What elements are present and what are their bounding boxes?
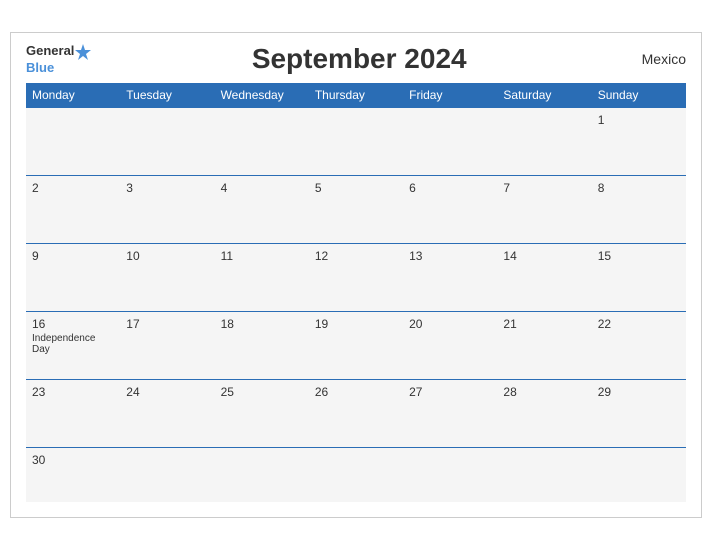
calendar-cell: 28 <box>497 379 591 447</box>
calendar-cell: 22 <box>592 311 686 379</box>
calendar-cell <box>26 107 120 175</box>
week-row-4: 16 Independence Day 17 18 19 20 21 22 <box>26 311 686 379</box>
day-number: 3 <box>126 181 208 195</box>
day-number: 9 <box>32 249 114 263</box>
day-number: 19 <box>315 317 397 331</box>
calendar-cell <box>497 447 591 502</box>
calendar-cell <box>403 447 497 502</box>
weekday-tuesday: Tuesday <box>120 83 214 108</box>
holiday-label: Independence Day <box>32 333 114 355</box>
day-number: 10 <box>126 249 208 263</box>
week-row-2: 2345678 <box>26 175 686 243</box>
calendar-cell <box>403 107 497 175</box>
calendar-cell: 17 <box>120 311 214 379</box>
day-number: 15 <box>598 249 680 263</box>
logo-general-text: General <box>26 44 74 58</box>
calendar-cell: 21 <box>497 311 591 379</box>
day-number: 21 <box>503 317 585 331</box>
calendar-cell: 16 Independence Day <box>26 311 120 379</box>
weekday-saturday: Saturday <box>497 83 591 108</box>
day-number: 23 <box>32 385 114 399</box>
day-number: 1 <box>598 113 680 127</box>
logo-blue-text: Blue <box>26 61 54 75</box>
day-number: 16 <box>32 317 114 331</box>
calendar-cell: 5 <box>309 175 403 243</box>
calendar-cell <box>497 107 591 175</box>
week-row-6: 30 <box>26 447 686 502</box>
calendar-header: General Blue September 2024 Mexico <box>26 43 686 75</box>
calendar-title: September 2024 <box>92 43 626 75</box>
country-label: Mexico <box>626 51 686 67</box>
calendar-cell: 19 <box>309 311 403 379</box>
calendar-cell <box>215 447 309 502</box>
day-number: 6 <box>409 181 491 195</box>
calendar-cell <box>309 447 403 502</box>
day-number: 26 <box>315 385 397 399</box>
weekday-thursday: Thursday <box>309 83 403 108</box>
day-number: 30 <box>32 453 114 467</box>
day-number: 29 <box>598 385 680 399</box>
day-number: 13 <box>409 249 491 263</box>
day-number: 5 <box>315 181 397 195</box>
logo: General Blue <box>26 43 92 75</box>
weekday-sunday: Sunday <box>592 83 686 108</box>
day-number: 18 <box>221 317 303 331</box>
week-row-3: 9 10 11 12 13 14 15 <box>26 243 686 311</box>
calendar-cell: 10 <box>120 243 214 311</box>
calendar-cell <box>120 107 214 175</box>
calendar-cell: 27 <box>403 379 497 447</box>
day-number: 12 <box>315 249 397 263</box>
calendar-cell: 4 <box>215 175 309 243</box>
calendar-cell <box>120 447 214 502</box>
day-number: 17 <box>126 317 208 331</box>
calendar-cell: 18 <box>215 311 309 379</box>
calendar-cell: 25 <box>215 379 309 447</box>
day-number: 4 <box>221 181 303 195</box>
weekday-wednesday: Wednesday <box>215 83 309 108</box>
weekday-monday: Monday <box>26 83 120 108</box>
weekday-friday: Friday <box>403 83 497 108</box>
calendar-cell: 8 <box>592 175 686 243</box>
day-number: 25 <box>221 385 303 399</box>
calendar-cell: 2 <box>26 175 120 243</box>
weekday-header-row: MondayTuesdayWednesdayThursdayFridaySatu… <box>26 83 686 108</box>
week-row-5: 23 24 25 26 27 28 29 <box>26 379 686 447</box>
calendar-cell: 9 <box>26 243 120 311</box>
calendar-cell: 20 <box>403 311 497 379</box>
day-number: 27 <box>409 385 491 399</box>
calendar-cell: 23 <box>26 379 120 447</box>
calendar-cell: 11 <box>215 243 309 311</box>
calendar-grid: MondayTuesdayWednesdayThursdayFridaySatu… <box>26 83 686 503</box>
calendar-cell: 6 <box>403 175 497 243</box>
calendar-cell: 14 <box>497 243 591 311</box>
calendar-cell: 24 <box>120 379 214 447</box>
calendar-cell <box>592 447 686 502</box>
calendar-cell <box>309 107 403 175</box>
calendar-cell: 29 <box>592 379 686 447</box>
day-number: 2 <box>32 181 114 195</box>
day-number: 20 <box>409 317 491 331</box>
calendar-cell: 13 <box>403 243 497 311</box>
day-number: 8 <box>598 181 680 195</box>
day-number: 28 <box>503 385 585 399</box>
day-number: 14 <box>503 249 585 263</box>
week-row-1: 1 <box>26 107 686 175</box>
calendar-cell: 3 <box>120 175 214 243</box>
calendar-cell: 1 <box>592 107 686 175</box>
day-number: 11 <box>221 249 303 263</box>
calendar-cell: 15 <box>592 243 686 311</box>
calendar-container: General Blue September 2024 Mexico Monda… <box>10 32 702 519</box>
logo-flag-icon <box>74 43 92 61</box>
calendar-cell: 7 <box>497 175 591 243</box>
calendar-cell: 12 <box>309 243 403 311</box>
day-number: 22 <box>598 317 680 331</box>
calendar-cell: 30 <box>26 447 120 502</box>
calendar-cell <box>215 107 309 175</box>
calendar-cell: 26 <box>309 379 403 447</box>
day-number: 24 <box>126 385 208 399</box>
day-number: 7 <box>503 181 585 195</box>
